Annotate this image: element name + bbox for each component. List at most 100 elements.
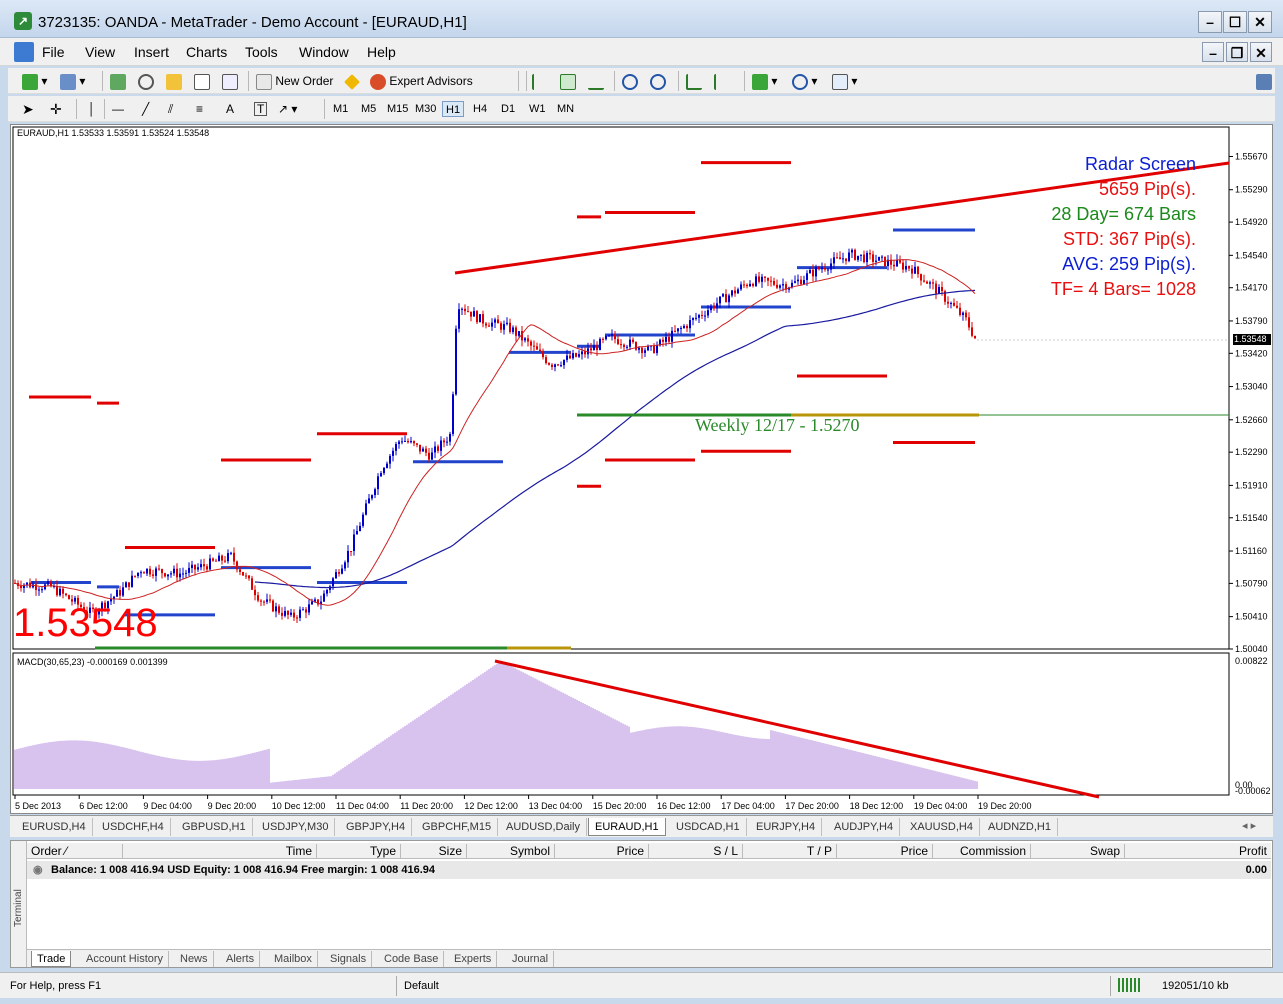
templates-button[interactable]: ▾ xyxy=(832,72,857,90)
column-profit[interactable]: Profit xyxy=(1125,844,1271,859)
column-type[interactable]: Type xyxy=(317,844,401,859)
timeframe-m15[interactable]: M15 xyxy=(384,101,411,117)
timeframe-m5[interactable]: M5 xyxy=(358,101,379,117)
chart-tab[interactable]: AUDJPY,H4 xyxy=(828,818,901,836)
tab-code-base[interactable]: Code Base xyxy=(379,951,445,967)
timeframe-m30[interactable]: M30 xyxy=(412,101,439,117)
line-chart-button[interactable] xyxy=(588,72,604,90)
tile-windows-button[interactable] xyxy=(686,72,702,90)
column-symbol[interactable]: Symbol xyxy=(467,844,555,859)
candle-body xyxy=(575,353,577,357)
chart-tab[interactable]: GBPJPY,H4 xyxy=(340,818,413,836)
tab-trade[interactable]: Trade xyxy=(31,951,72,967)
timeframe-m1[interactable]: M1 xyxy=(330,101,351,117)
chart-tab[interactable]: AUDUSD,Daily xyxy=(500,818,587,836)
tab-mailbox[interactable]: Mailbox xyxy=(269,951,318,967)
terminal-button[interactable] xyxy=(194,72,210,90)
candle-body xyxy=(275,606,277,612)
price-axis-label: 1.54540 xyxy=(1235,250,1268,260)
menu-file[interactable]: File xyxy=(42,44,65,60)
bar-chart-button[interactable] xyxy=(532,72,548,90)
menu-charts[interactable]: Charts xyxy=(186,44,227,60)
crosshair-tool-icon: ✛ xyxy=(50,101,62,117)
navigator-button[interactable] xyxy=(166,72,182,90)
menu-tools[interactable]: Tools xyxy=(245,44,278,60)
new-order-button[interactable]: New Order xyxy=(256,72,333,90)
data-window-button[interactable] xyxy=(138,72,154,90)
balance-row[interactable]: ◉ Balance: 1 008 416.94 USD Equity: 1 00… xyxy=(27,861,1271,879)
column-time[interactable]: Time xyxy=(123,844,317,859)
tab-alerts[interactable]: Alerts xyxy=(221,951,261,967)
column-price[interactable]: Price xyxy=(555,844,649,859)
menu-help[interactable]: Help xyxy=(367,44,396,60)
chart-tab[interactable]: USDJPY,M30 xyxy=(256,818,336,836)
chart-tab[interactable]: XAUUSD,H4 xyxy=(904,818,980,836)
column-order[interactable]: Order ⁄ xyxy=(27,844,123,859)
text-label-tool[interactable]: T xyxy=(254,102,268,116)
text-tool[interactable]: A xyxy=(226,100,234,118)
trendline-tool[interactable]: ╱ xyxy=(142,100,149,118)
arrows-tool[interactable]: ↗ ▾ xyxy=(278,100,297,118)
column-swap[interactable]: Swap xyxy=(1031,844,1125,859)
chart-tab[interactable]: USDCAD,H1 xyxy=(670,818,747,836)
strategy-tester-button[interactable] xyxy=(222,72,238,90)
candle-body xyxy=(854,249,856,260)
expert-advisors-button[interactable]: Expert Advisors xyxy=(370,72,473,90)
tab-signals[interactable]: Signals xyxy=(325,951,373,967)
column-tp[interactable]: T / P xyxy=(743,844,837,859)
child-restore-button[interactable]: ❐ xyxy=(1226,42,1248,62)
tab-journal[interactable]: Journal xyxy=(507,951,555,967)
chart-tab[interactable]: EURUSD,H4 xyxy=(16,818,93,836)
timeframe-mn[interactable]: MN xyxy=(554,101,577,117)
maximize-button[interactable]: ☐ xyxy=(1223,11,1247,33)
column-current-price[interactable]: Price xyxy=(837,844,933,859)
timeframe-d1[interactable]: D1 xyxy=(498,101,518,117)
chart-tab-active[interactable]: EURAUD,H1 xyxy=(588,818,666,836)
timeframe-h4[interactable]: H4 xyxy=(470,101,490,117)
tab-scroll-arrows[interactable]: ◂ ▸ xyxy=(1242,819,1256,832)
channel-tool[interactable]: ⫽ xyxy=(168,100,173,118)
cursor-tool[interactable]: ➤ xyxy=(22,100,34,118)
child-close-button[interactable]: ✕ xyxy=(1250,42,1272,62)
close-button[interactable]: ✕ xyxy=(1248,11,1272,33)
chart-window[interactable]: 1.55670 1.55290 1.54920 1.54540 1.54170 1.537… xyxy=(10,124,1273,814)
minimize-button[interactable]: – xyxy=(1198,11,1222,33)
market-watch-button[interactable] xyxy=(110,72,126,90)
indicators-button[interactable]: ▾ xyxy=(752,72,777,90)
tab-news[interactable]: News xyxy=(175,951,214,967)
tab-experts[interactable]: Experts xyxy=(449,951,498,967)
timeframe-w1[interactable]: W1 xyxy=(526,101,549,117)
column-size[interactable]: Size xyxy=(401,844,467,859)
candlesticks-button[interactable] xyxy=(560,72,576,90)
messages-button[interactable] xyxy=(1256,72,1272,90)
column-sl[interactable]: S / L xyxy=(649,844,743,859)
chart-tab[interactable]: EURJPY,H4 xyxy=(750,818,823,836)
zoom-in-button[interactable] xyxy=(622,72,638,90)
chart-tab[interactable]: GBPUSD,H1 xyxy=(176,818,253,836)
chart-tab[interactable]: GBPCHF,M15 xyxy=(416,818,499,836)
candle-body xyxy=(56,585,58,596)
crosshair-tool[interactable]: ✛ xyxy=(50,100,62,118)
chart-tab[interactable]: USDCHF,H4 xyxy=(96,818,171,836)
timeframe-h1[interactable]: H1 xyxy=(442,101,465,117)
candle-body xyxy=(707,310,709,316)
horizontal-line-tool[interactable]: — xyxy=(112,100,124,118)
menu-window[interactable]: Window xyxy=(299,44,349,60)
column-commission[interactable]: Commission xyxy=(933,844,1031,859)
profiles-button[interactable]: ▾ xyxy=(60,72,85,90)
candle-body xyxy=(470,311,472,317)
fibonacci-tool[interactable]: ≡ xyxy=(196,100,203,118)
vertical-line-tool[interactable]: │ xyxy=(88,100,96,118)
tab-account-history[interactable]: Account History xyxy=(81,951,170,967)
child-minimize-button[interactable]: – xyxy=(1202,42,1224,62)
candle-body xyxy=(554,364,556,368)
periods-button[interactable]: ▾ xyxy=(792,72,817,90)
metaeditor-button[interactable] xyxy=(344,72,360,90)
menu-view[interactable]: View xyxy=(85,44,115,60)
new-chart-button[interactable]: ▾ xyxy=(22,72,47,90)
auto-scroll-button[interactable] xyxy=(714,72,730,90)
status-profile[interactable]: Default xyxy=(404,980,439,992)
chart-tab[interactable]: AUDNZD,H1 xyxy=(982,818,1058,836)
menu-insert[interactable]: Insert xyxy=(134,44,169,60)
zoom-out-button[interactable] xyxy=(650,72,666,90)
